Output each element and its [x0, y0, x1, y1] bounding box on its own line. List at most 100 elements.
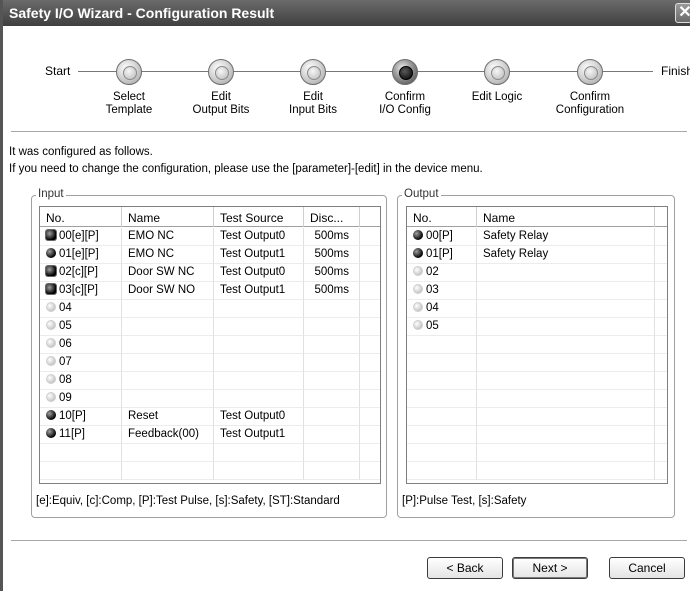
title-bar: Safety I/O Wizard - Configuration Result… [3, 0, 690, 26]
col-header-name[interactable]: Name [122, 207, 214, 227]
cell-no: 08 [40, 372, 122, 390]
cell-empty [655, 462, 667, 480]
cancel-button[interactable]: Cancel [609, 557, 685, 579]
cell-name: Feedback(00) [122, 426, 214, 444]
cell-empty [655, 264, 667, 282]
next-button[interactable]: Next > [512, 557, 588, 579]
table-row[interactable]: 08 [40, 372, 380, 390]
cell-no: 09 [40, 390, 122, 408]
cell-no: 00[P] [407, 228, 477, 246]
cell-empty [360, 264, 380, 282]
gray-dot-icon [46, 356, 56, 366]
table-row[interactable]: 00[P] Safety Relay [407, 228, 667, 246]
cell-test-source: Test Output0 [214, 228, 304, 246]
table-row[interactable]: 02[c][P] Door SW NC Test Output0 500ms [40, 264, 380, 282]
step-label-edit-input-bits: Edit Input Bits [289, 91, 337, 116]
input-list[interactable]: No. Name Test Source Disc... 00[e][P] EMO… [39, 206, 381, 484]
table-row[interactable] [407, 444, 667, 462]
cell-empty [407, 408, 477, 426]
black-square-dot-icon [46, 284, 56, 294]
col-header-no[interactable]: No. [40, 207, 122, 227]
cell-test-source [214, 390, 304, 408]
table-row[interactable] [40, 462, 380, 480]
cell-no-text: 06 [59, 338, 72, 350]
cell-no-text: 11[P] [59, 428, 85, 440]
table-row[interactable]: 05 [40, 318, 380, 336]
cell-no-text: 01[e][P] [59, 248, 99, 260]
table-row[interactable]: 05 [407, 318, 667, 336]
table-row[interactable] [407, 390, 667, 408]
black-dot-icon [46, 428, 56, 438]
cell-no: 11[P] [40, 426, 122, 444]
table-row[interactable]: 00[e][P] EMO NC Test Output0 500ms [40, 228, 380, 246]
step-edit-input-bits-icon [300, 59, 326, 85]
table-row[interactable]: 07 [40, 354, 380, 372]
table-row[interactable]: 09 [40, 390, 380, 408]
cell-disc: 500ms [304, 264, 360, 282]
close-button[interactable]: ✕ [675, 3, 690, 23]
cell-test-source: Test Output0 [214, 408, 304, 426]
table-row[interactable] [407, 372, 667, 390]
table-row[interactable] [407, 408, 667, 426]
cell-name [122, 390, 214, 408]
cell-no: 02[c][P] [40, 264, 122, 282]
cell-name: Reset [122, 408, 214, 426]
table-row[interactable] [407, 462, 667, 480]
cell-no: 00[e][P] [40, 228, 122, 246]
output-legend: [P]:Pulse Test, [s]:Safety [402, 495, 527, 507]
cell-no: 10[P] [40, 408, 122, 426]
cell-empty [655, 246, 667, 264]
cell-disc: 500ms [304, 282, 360, 300]
cell-empty [477, 426, 655, 444]
cell-empty [360, 426, 380, 444]
cell-test-source: Test Output1 [214, 246, 304, 264]
cell-disc [304, 426, 360, 444]
cell-empty [655, 390, 667, 408]
cell-name [477, 282, 655, 300]
table-row[interactable] [407, 354, 667, 372]
step-select-template-icon [116, 59, 142, 85]
cell-empty [655, 426, 667, 444]
table-row[interactable]: 04 [40, 300, 380, 318]
cell-empty [360, 462, 380, 480]
cell-test-source: Test Output1 [214, 426, 304, 444]
cell-name [122, 372, 214, 390]
table-row[interactable]: 03[c][P] Door SW NO Test Output1 500ms [40, 282, 380, 300]
col-header-output-name[interactable]: Name [477, 207, 655, 227]
cell-empty [407, 426, 477, 444]
cell-no-text: 10[P] [59, 410, 86, 422]
table-row[interactable]: 10[P] Reset Test Output0 [40, 408, 380, 426]
table-row[interactable]: 01[P] Safety Relay [407, 246, 667, 264]
cell-empty [407, 372, 477, 390]
table-row[interactable]: 01[e][P] EMO NC Test Output1 500ms [40, 246, 380, 264]
col-header-test-source[interactable]: Test Source [214, 207, 304, 227]
cell-no: 03[c][P] [40, 282, 122, 300]
table-row[interactable]: 03 [407, 282, 667, 300]
table-row[interactable] [407, 426, 667, 444]
cell-empty [477, 444, 655, 462]
col-header-disc[interactable]: Disc... [304, 207, 360, 227]
table-row[interactable]: 02 [407, 264, 667, 282]
cell-empty [360, 372, 380, 390]
cell-test-source [214, 336, 304, 354]
cell-disc: 500ms [304, 228, 360, 246]
cell-test-source [214, 354, 304, 372]
cell-empty [214, 462, 304, 480]
cell-empty [40, 444, 122, 462]
cell-empty [407, 354, 477, 372]
table-row[interactable] [40, 444, 380, 462]
back-button[interactable]: < Back [427, 557, 503, 579]
col-header-output-no[interactable]: No. [407, 207, 477, 227]
step-label-edit-logic: Edit Logic [471, 91, 523, 103]
header-divider [11, 131, 687, 132]
cell-name [477, 300, 655, 318]
black-square-dot-icon [46, 266, 56, 276]
cell-disc: 500ms [304, 246, 360, 264]
output-list[interactable]: No. Name 00[P] Safety Relay 01[P] Safety Re… [406, 206, 668, 484]
table-row[interactable]: 06 [40, 336, 380, 354]
table-row[interactable] [407, 336, 667, 354]
table-row[interactable]: 11[P] Feedback(00) Test Output1 [40, 426, 380, 444]
table-row[interactable]: 04 [407, 300, 667, 318]
cell-empty [360, 390, 380, 408]
cell-name: Safety Relay [477, 246, 655, 264]
